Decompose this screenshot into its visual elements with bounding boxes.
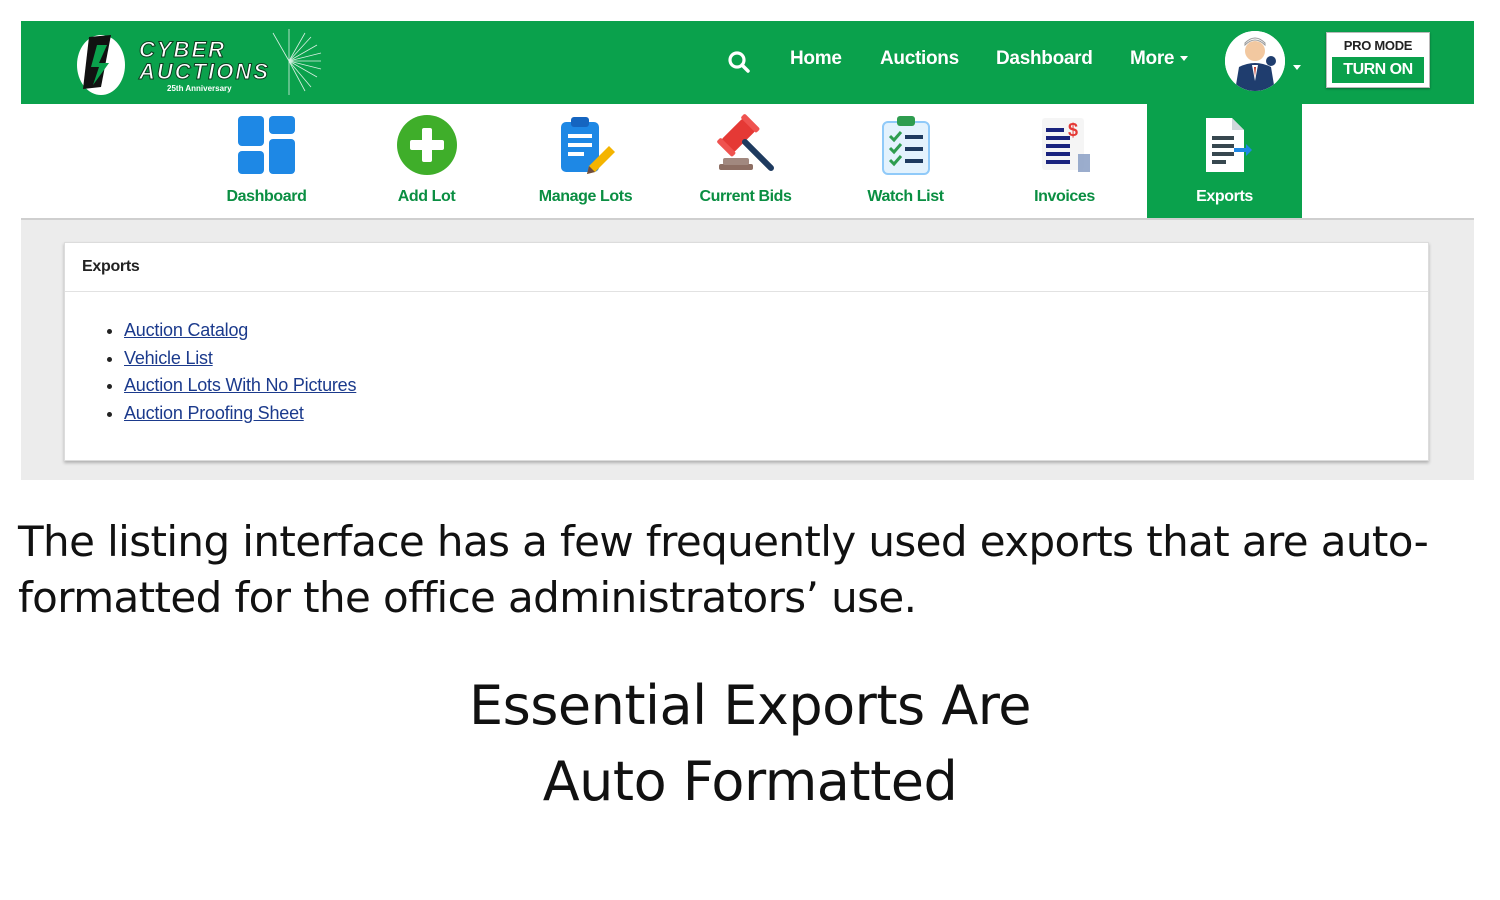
toolbar-invoices[interactable]: $ Invoices [987, 104, 1142, 218]
toolbar-add-lot[interactable]: Add Lot [349, 104, 504, 218]
user-avatar[interactable] [1225, 31, 1285, 91]
top-navbar: CYBER AUCTIONS 25th Anniversary Home Auc… [21, 21, 1474, 104]
toolbar-label: Watch List [867, 188, 944, 205]
cyber-auctions-logo[interactable]: CYBER AUCTIONS 25th Anniversary [71, 27, 331, 99]
list-item: Auction Catalog [124, 317, 356, 345]
list-item: Auction Lots With No Pictures [124, 372, 356, 400]
toolbar-manage-lots[interactable]: Manage Lots [508, 104, 663, 218]
toolbar-label: Exports [1196, 188, 1253, 205]
exports-list: Auction Catalog Vehicle List Auction Lot… [105, 317, 356, 427]
svg-text:$: $ [1068, 120, 1078, 140]
clipboard-pencil-icon [561, 117, 615, 174]
exports-card-header: Exports [65, 243, 1428, 292]
exports-card: Exports Auction Catalog Vehicle List Auc… [64, 242, 1429, 461]
toolbar-label: Manage Lots [538, 188, 633, 205]
export-link-auction-catalog[interactable]: Auction Catalog [124, 320, 248, 340]
invoice-dollar-icon: $ [1042, 118, 1090, 172]
toolbar-label: Dashboard [226, 188, 307, 205]
toolbar-dashboard[interactable]: Dashboard [189, 104, 344, 218]
document-export-icon [1206, 118, 1252, 172]
gavel-icon [717, 114, 774, 171]
pro-mode-label: PRO MODE [1343, 38, 1413, 53]
toolbar-label: Invoices [1034, 188, 1095, 205]
export-link-vehicle-list[interactable]: Vehicle List [124, 348, 213, 368]
pro-mode-turn-on-button[interactable]: TURN ON [1332, 57, 1424, 83]
toolbar-current-bids[interactable]: Current Bids [668, 104, 823, 218]
description-caption: The listing interface has a few frequent… [18, 517, 1429, 622]
chevron-down-icon [1180, 56, 1189, 62]
toolbar-watch-list[interactable]: Watch List [828, 104, 983, 218]
chevron-down-icon [1293, 65, 1301, 71]
plus-circle-icon [397, 115, 457, 175]
nav-more-dropdown[interactable]: More [1130, 48, 1189, 70]
headline: Essential Exports Are Auto Formatted [0, 668, 1500, 820]
dashboard-grid-icon [238, 116, 295, 174]
avatar-mascot-icon [1225, 31, 1285, 91]
checklist-icon [882, 116, 930, 175]
nav-auctions-link[interactable]: Auctions [880, 48, 959, 70]
logo-tagline: 25th Anniversary [167, 84, 232, 93]
list-item: Auction Proofing Sheet [124, 400, 356, 428]
app-screenshot: CYBER AUCTIONS 25th Anniversary Home Auc… [21, 21, 1474, 480]
toolbar-label: Current Bids [699, 188, 792, 205]
pro-mode-widget: PRO MODE TURN ON [1326, 32, 1430, 88]
exports-card-title: Exports [82, 258, 140, 275]
feature-toolbar: Dashboard Add Lot Manage Lots Current Bi… [21, 104, 1474, 220]
export-link-proofing-sheet[interactable]: Auction Proofing Sheet [124, 403, 304, 423]
toolbar-exports[interactable]: Exports [1147, 104, 1302, 218]
nav-dashboard-link[interactable]: Dashboard [996, 48, 1093, 70]
toolbar-label: Add Lot [397, 188, 456, 205]
search-icon[interactable] [724, 48, 754, 78]
headline-line1: Essential Exports Are [468, 674, 1032, 737]
list-item: Vehicle List [124, 345, 356, 373]
nav-more-label: More [1130, 48, 1175, 69]
logo-text-line2: AUCTIONS [139, 59, 270, 85]
avatar-menu-caret[interactable] [1293, 59, 1301, 77]
headline-line2: Auto Formatted [542, 750, 958, 813]
nav-home-link[interactable]: Home [790, 48, 842, 70]
export-link-lots-no-pictures[interactable]: Auction Lots With No Pictures [124, 375, 356, 395]
